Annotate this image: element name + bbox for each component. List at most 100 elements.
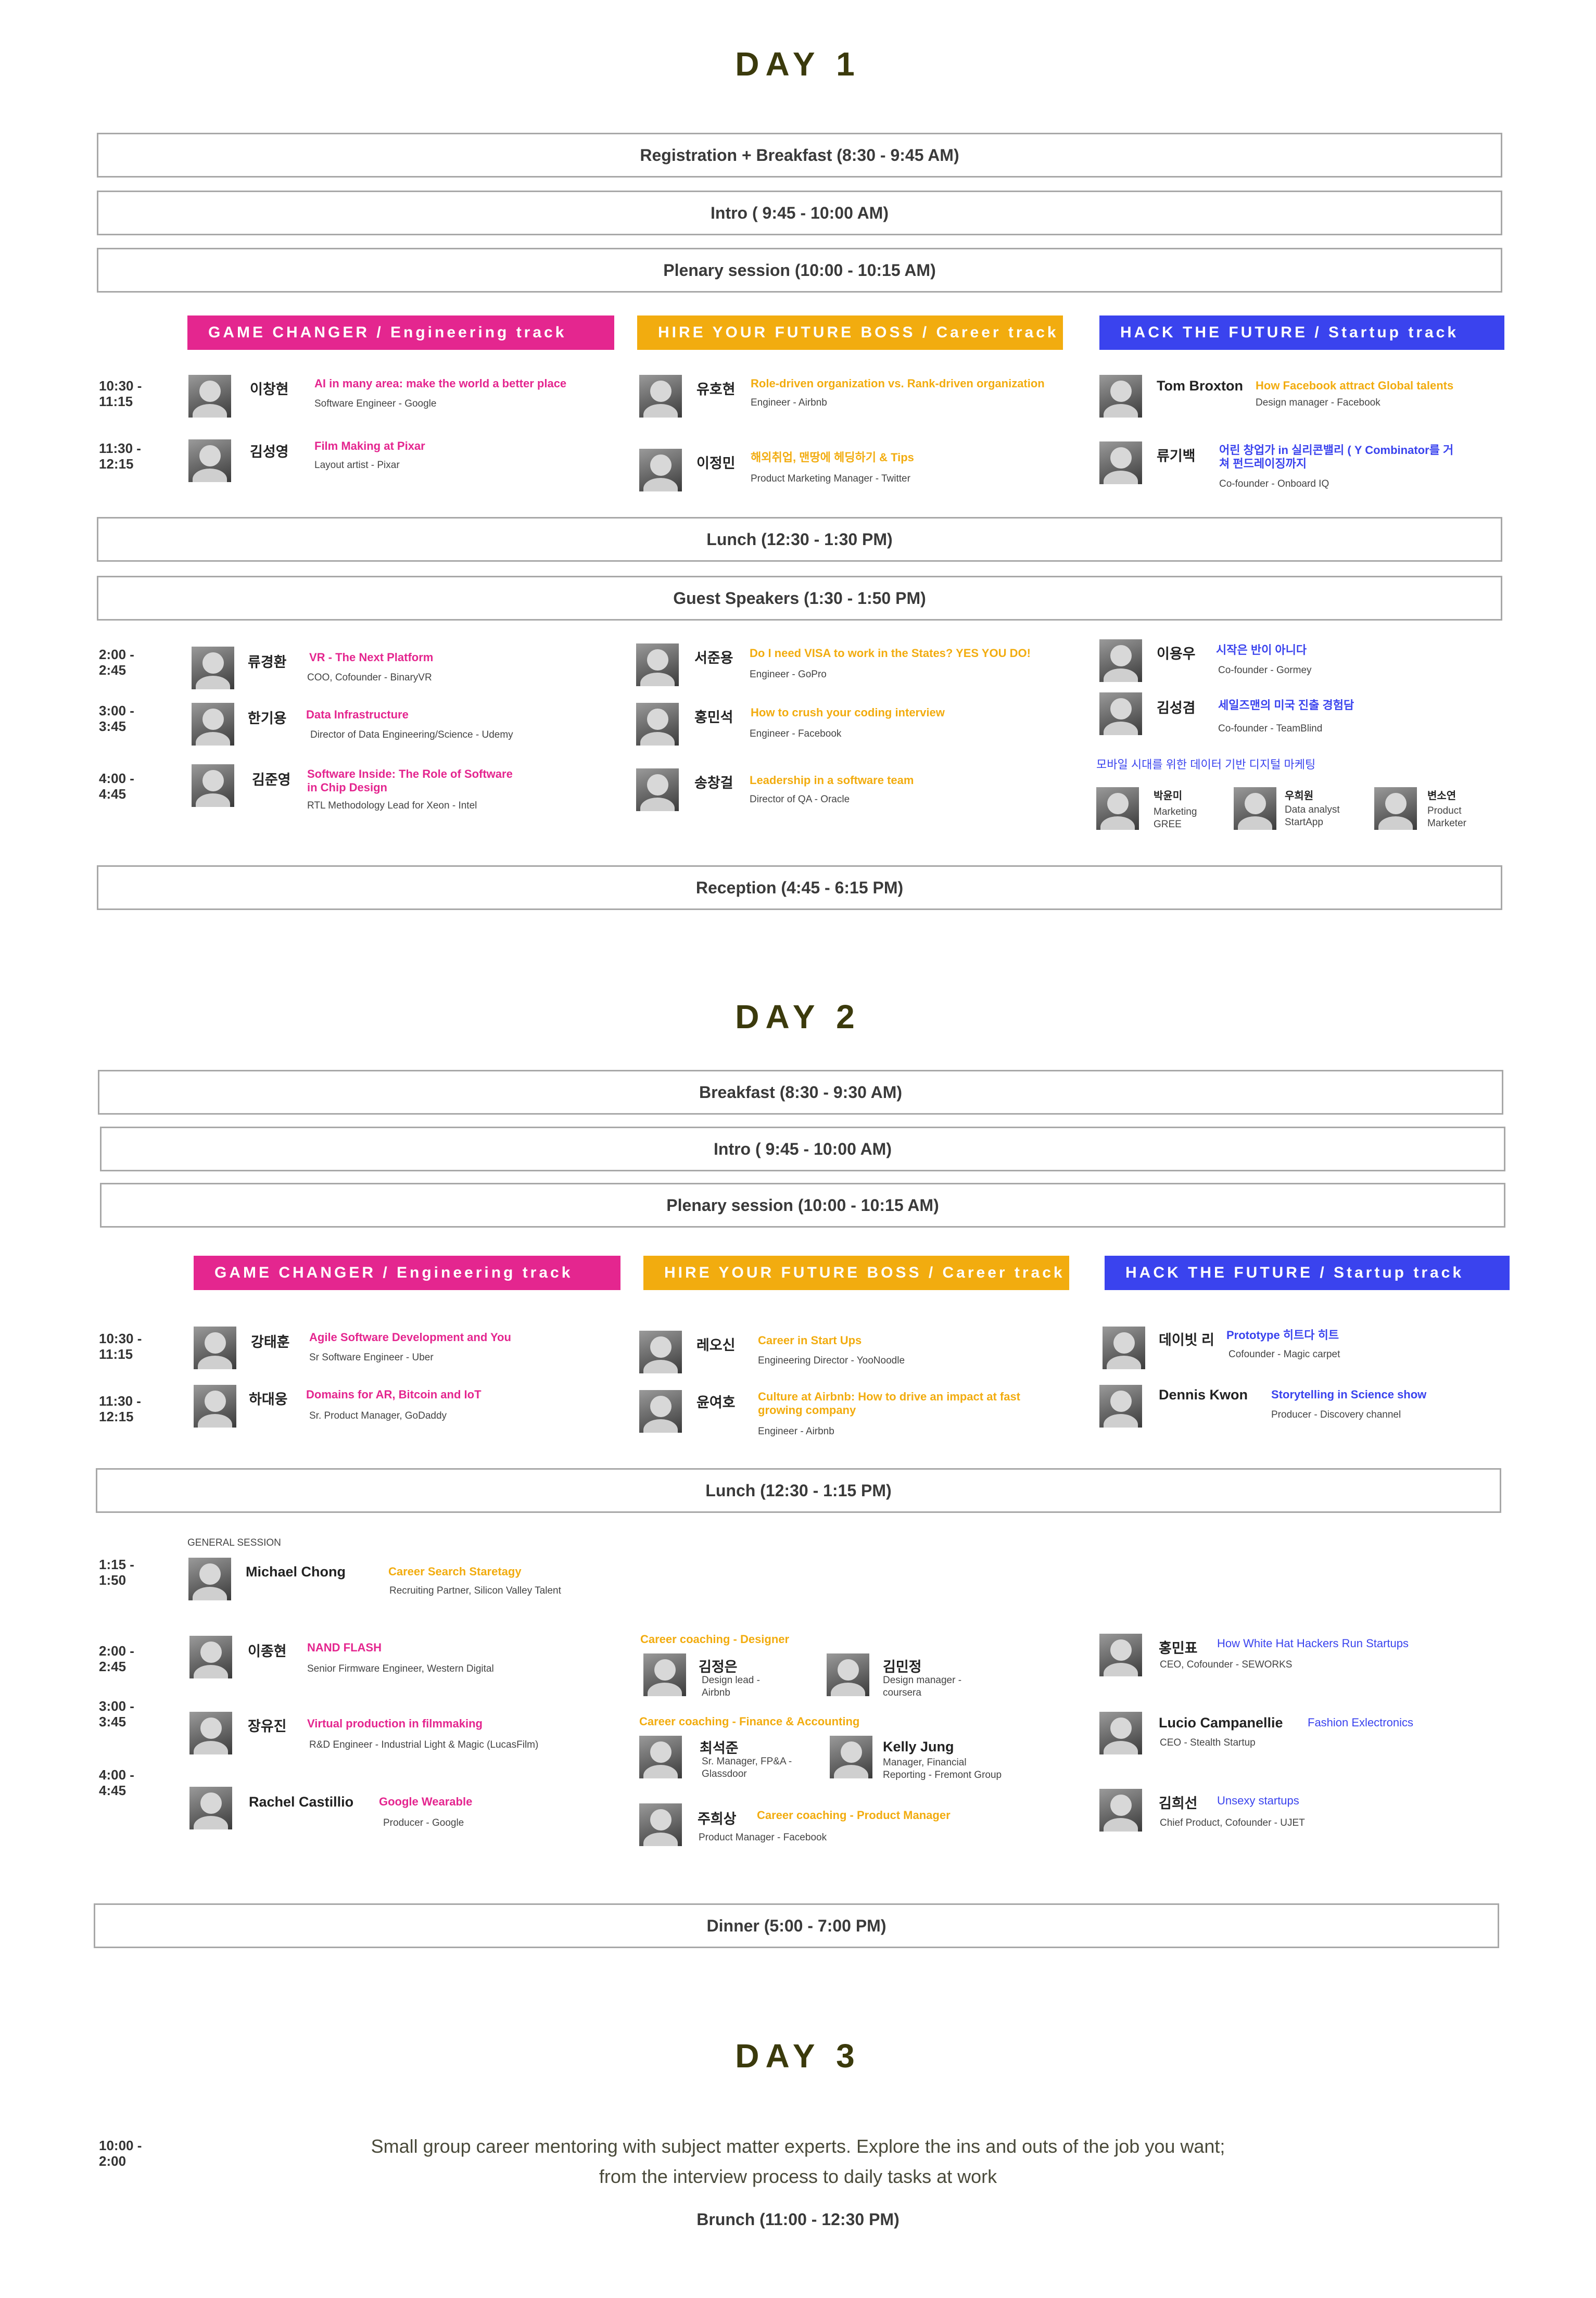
time-slot: 2:00 - 2:45 [99,647,134,678]
talk-title: AI in many area: make the world a better… [314,377,567,390]
panelist-name: 변소연 [1427,790,1456,802]
intro-bar: Intro ( 9:45 - 10:00 AM) [97,191,1502,235]
speaker-name: 류기백 [1157,448,1196,464]
coach-name: 최석준 [700,1740,739,1756]
speaker-name: 강태훈 [251,1334,290,1350]
lunch-bar: Lunch (12:30 - 1:15 PM) [96,1468,1501,1513]
speaker-photo [194,1327,236,1369]
speaker-role: Sr. Product Manager, GoDaddy [309,1410,447,1421]
time-slot: 10:30 - 11:15 [99,378,142,409]
speaker-photo [192,647,234,689]
coach-role: Manager, Financial Reporting - Fremont G… [883,1757,1002,1781]
talk-title: Storytelling in Science show [1271,1388,1427,1401]
talk-title: Career Search Staretagy [388,1565,522,1578]
mentoring-description-line1: Small group career mentoring with subjec… [371,2136,1225,2157]
speaker-role: CEO, Cofounder - SEWORKS [1160,1659,1293,1670]
track-engineering: GAME CHANGER / Engineering track [194,1256,620,1290]
speaker-role: Producer - Discovery channel [1271,1409,1401,1420]
speaker-role: Producer - Google [383,1817,464,1828]
talk-title: Career in Start Ups [758,1334,862,1347]
plenary-bar: Plenary session (10:00 - 10:15 AM) [100,1183,1505,1228]
speaker-photo [636,643,679,686]
speaker-role: CEO - Stealth Startup [1160,1737,1256,1748]
talk-title: Software Inside: The Role of Software in… [307,767,513,794]
coaching-designer-label: Career coaching - Designer [640,1633,790,1646]
speaker-photo [1099,375,1142,418]
speaker-photo [188,439,231,482]
lunch-bar: Lunch (12:30 - 1:30 PM) [97,517,1502,562]
speaker-photo [636,768,679,811]
time-slot: 3:00 - 3:45 [99,703,134,734]
speaker-name: 이정민 [696,456,736,471]
speaker-role: Design manager - Facebook [1256,397,1380,408]
speaker-name: 레오신 [696,1337,736,1353]
talk-title: Role-driven organization vs. Rank-driven… [751,377,1045,390]
coach-name: Kelly Jung [883,1739,954,1754]
time-slot: 11:30 - 12:15 [99,440,141,472]
coach-photo [639,1803,682,1846]
track-startup: HACK THE FUTURE / Startup track [1105,1256,1510,1290]
speaker-role: Co-founder - Gormey [1218,665,1312,676]
coach-photo [643,1653,686,1696]
talk-title: Leadership in a software team [750,774,914,787]
speaker-name: Tom Broxton [1157,378,1243,394]
coach-role: Design manager - coursera [883,1675,962,1698]
time-slot: 3:00 - 3:45 [99,1698,134,1729]
speaker-name: Michael Chong [246,1564,346,1580]
speaker-name: 김희선 [1159,1796,1198,1811]
coach-role: Product Manager - Facebook [699,1832,827,1843]
speaker-name: Lucio Campanellie [1159,1715,1283,1731]
talk-title: 해외취업, 맨땅에 헤딩하기 & Tips [751,451,914,464]
coach-role: Sr. Manager, FP&A - Glassdoor [702,1756,792,1779]
speaker-role: COO, Cofounder - BinaryVR [307,672,432,683]
time-slot: 4:00 - 4:45 [99,771,134,802]
general-session-label: GENERAL SESSION [187,1537,281,1548]
coach-name: 김민정 [883,1659,922,1675]
time-slot: 2:00 - 2:45 [99,1643,134,1674]
speaker-photo [192,764,234,807]
speaker-photo [639,1390,682,1433]
speaker-name: 김성영 [250,444,289,460]
speaker-photo [189,1636,232,1678]
speaker-photo [639,449,682,491]
guest-speakers-bar: Guest Speakers (1:30 - 1:50 PM) [97,576,1502,621]
speaker-name: 서준용 [694,650,733,666]
speaker-photo [1099,639,1142,682]
speaker-name: 데이빗 리 [1159,1332,1214,1348]
dinner-bar: Dinner (5:00 - 7:00 PM) [94,1903,1499,1948]
day1-title: DAY 1 [735,45,861,83]
coach-photo [639,1736,682,1778]
speaker-role: Chief Product, Cofounder - UJET [1160,1817,1305,1828]
talk-title: 세일즈맨의 미국 진출 경험담 [1218,699,1354,712]
time-slot: 10:30 - 11:15 [99,1331,142,1362]
speaker-role: Product Marketing Manager - Twitter [751,473,910,484]
speaker-photo [1099,1789,1142,1832]
time-slot: 4:00 - 4:45 [99,1767,134,1798]
speaker-name: 김준영 [252,772,291,788]
talk-title: How Facebook attract Global talents [1256,379,1454,392]
panelist-photo [1374,787,1417,830]
speaker-role: Engineer - GoPro [750,669,827,680]
coach-photo [830,1736,872,1778]
panelist-name: 우희원 [1285,790,1314,802]
panelist-role: Marketing GREE [1154,806,1197,830]
speaker-role: Co-founder - Onboard IQ [1219,478,1329,489]
panelist-role: Product Marketer [1427,805,1466,829]
talk-title: Data Infrastructure [306,708,409,721]
panelist-photo [1096,787,1139,830]
talk-title: How White Hat Hackers Run Startups [1217,1637,1409,1650]
speaker-name: 류경환 [248,654,287,670]
speaker-name: 한기용 [248,711,287,726]
talk-title: Virtual production in filmmaking [307,1717,483,1730]
coach-name: 김정은 [699,1659,738,1675]
speaker-photo [189,1787,232,1829]
speaker-role: Software Engineer - Google [314,398,437,409]
speaker-name: 이용우 [1157,646,1196,662]
speaker-photo [1099,1634,1142,1676]
track-career: HIRE YOUR FUTURE BOSS / Career track [643,1256,1069,1290]
mentoring-description-line2: from the interview process to daily task… [599,2166,997,2187]
intro-bar: Intro ( 9:45 - 10:00 AM) [100,1127,1505,1171]
panelist-role: Data analyst StartApp [1285,804,1340,828]
plenary-bar: Plenary session (10:00 - 10:15 AM) [97,248,1502,293]
talk-title: VR - The Next Platform [309,651,434,664]
